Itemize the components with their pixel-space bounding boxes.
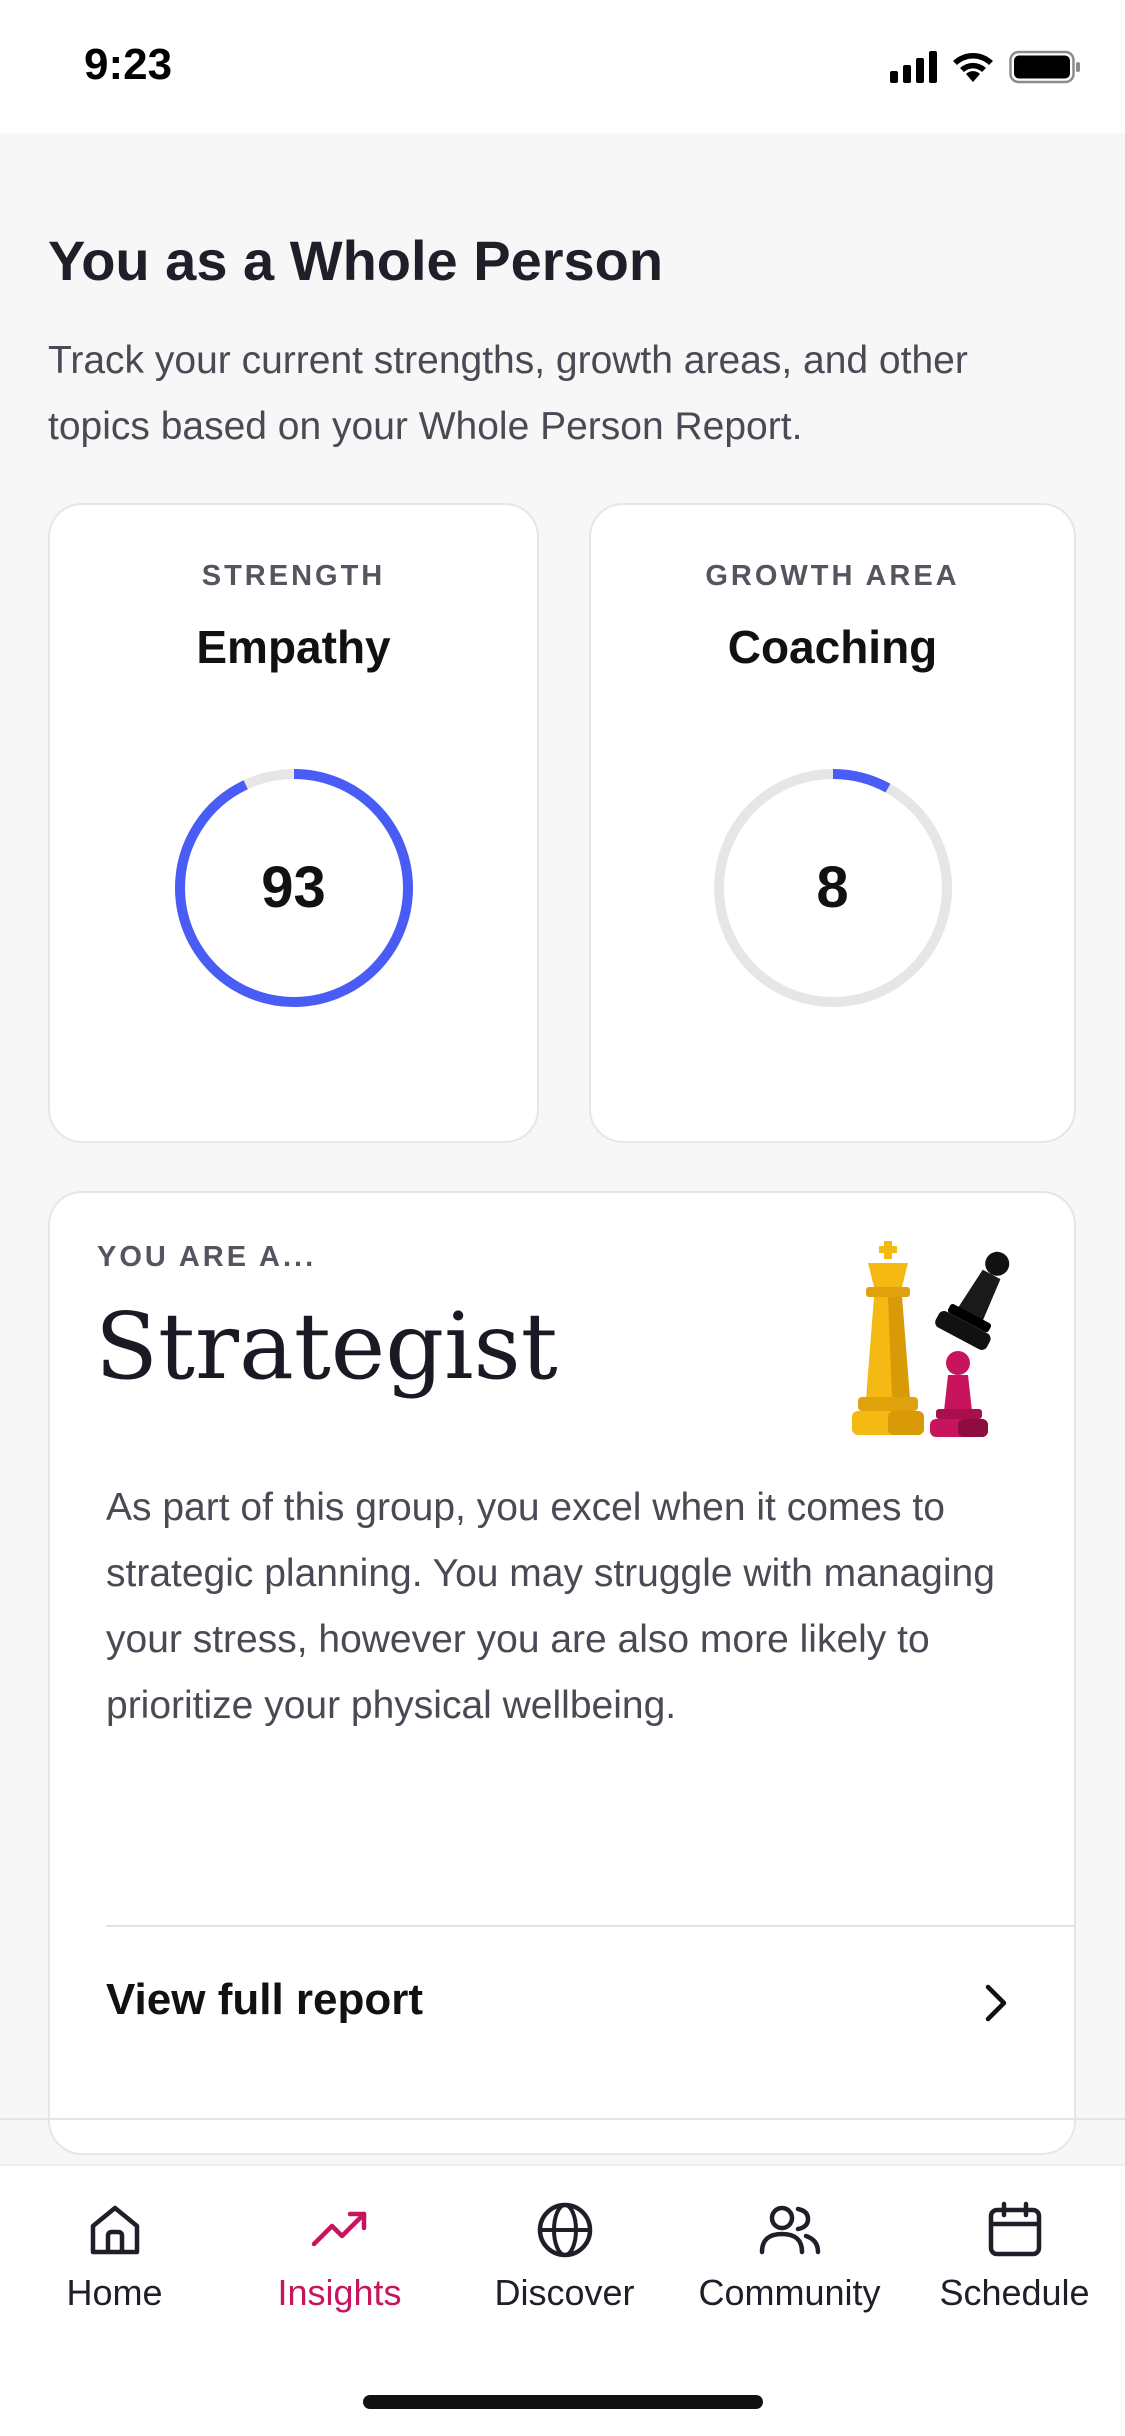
tab-community[interactable]: Community bbox=[677, 2186, 902, 2336]
tab-label: Home bbox=[66, 2272, 163, 2313]
tab-label: Insights bbox=[277, 2272, 402, 2313]
battery-icon bbox=[1009, 50, 1080, 84]
view-full-report-label: View full report bbox=[106, 1975, 424, 2024]
calendar-icon bbox=[988, 2201, 1041, 2257]
status-bar: 9:23 bbox=[0, 0, 1125, 133]
section-description: Track your current strengths, growth are… bbox=[48, 339, 968, 448]
users-icon bbox=[759, 2205, 820, 2255]
type-eyebrow: YOU ARE A... bbox=[97, 1241, 317, 1273]
strength-card[interactable]: STRENGTH Empathy 93 bbox=[48, 503, 539, 1143]
score-ring: 8 bbox=[712, 767, 954, 1009]
main-content: You as a Whole Person Track your current… bbox=[0, 133, 1125, 2163]
chevron-right-icon bbox=[985, 1984, 1007, 2022]
score-ring: 93 bbox=[173, 767, 415, 1009]
card-eyebrow: GROWTH AREA bbox=[705, 560, 960, 592]
trending-up-icon bbox=[311, 2211, 366, 2247]
cellular-signal-icon bbox=[890, 51, 937, 83]
home-indicator bbox=[363, 2395, 763, 2409]
black-pawn-icon bbox=[935, 1251, 1010, 1350]
tab-label: Discover bbox=[494, 2272, 635, 2313]
card-topic: Empathy bbox=[196, 621, 391, 673]
tab-home[interactable]: Home bbox=[2, 2186, 227, 2336]
home-icon bbox=[90, 2205, 139, 2255]
personality-type-card: YOU ARE A... Strategist As part of this … bbox=[48, 1191, 1076, 2155]
growth-area-card[interactable]: GROWTH AREA Coaching 8 bbox=[589, 503, 1076, 1143]
section-title: You as a Whole Person bbox=[48, 229, 664, 292]
gold-king-icon bbox=[852, 1241, 924, 1435]
chess-pieces-illustration bbox=[852, 1241, 1010, 1437]
globe-icon bbox=[537, 2202, 592, 2258]
score-value: 93 bbox=[261, 855, 326, 920]
tab-schedule[interactable]: Schedule bbox=[902, 2186, 1125, 2336]
tab-discover[interactable]: Discover bbox=[452, 2186, 677, 2336]
wifi-icon bbox=[953, 53, 993, 82]
tab-label: Schedule bbox=[939, 2272, 1090, 2313]
status-icons bbox=[890, 50, 1081, 84]
card-eyebrow: STRENGTH bbox=[201, 560, 386, 592]
card-topic: Coaching bbox=[727, 621, 938, 673]
score-value: 8 bbox=[816, 855, 849, 920]
pink-pawn-icon bbox=[930, 1351, 988, 1437]
type-title: Strategist bbox=[95, 1293, 558, 1400]
view-full-report-button[interactable]: View full report bbox=[50, 1927, 1074, 2077]
page-divider bbox=[0, 2118, 1125, 2120]
tab-insights[interactable]: Insights bbox=[227, 2186, 452, 2336]
type-description: As part of this group, you excel when it… bbox=[106, 1486, 995, 1727]
status-time: 9:23 bbox=[84, 40, 173, 89]
tab-label: Community bbox=[698, 2272, 881, 2313]
